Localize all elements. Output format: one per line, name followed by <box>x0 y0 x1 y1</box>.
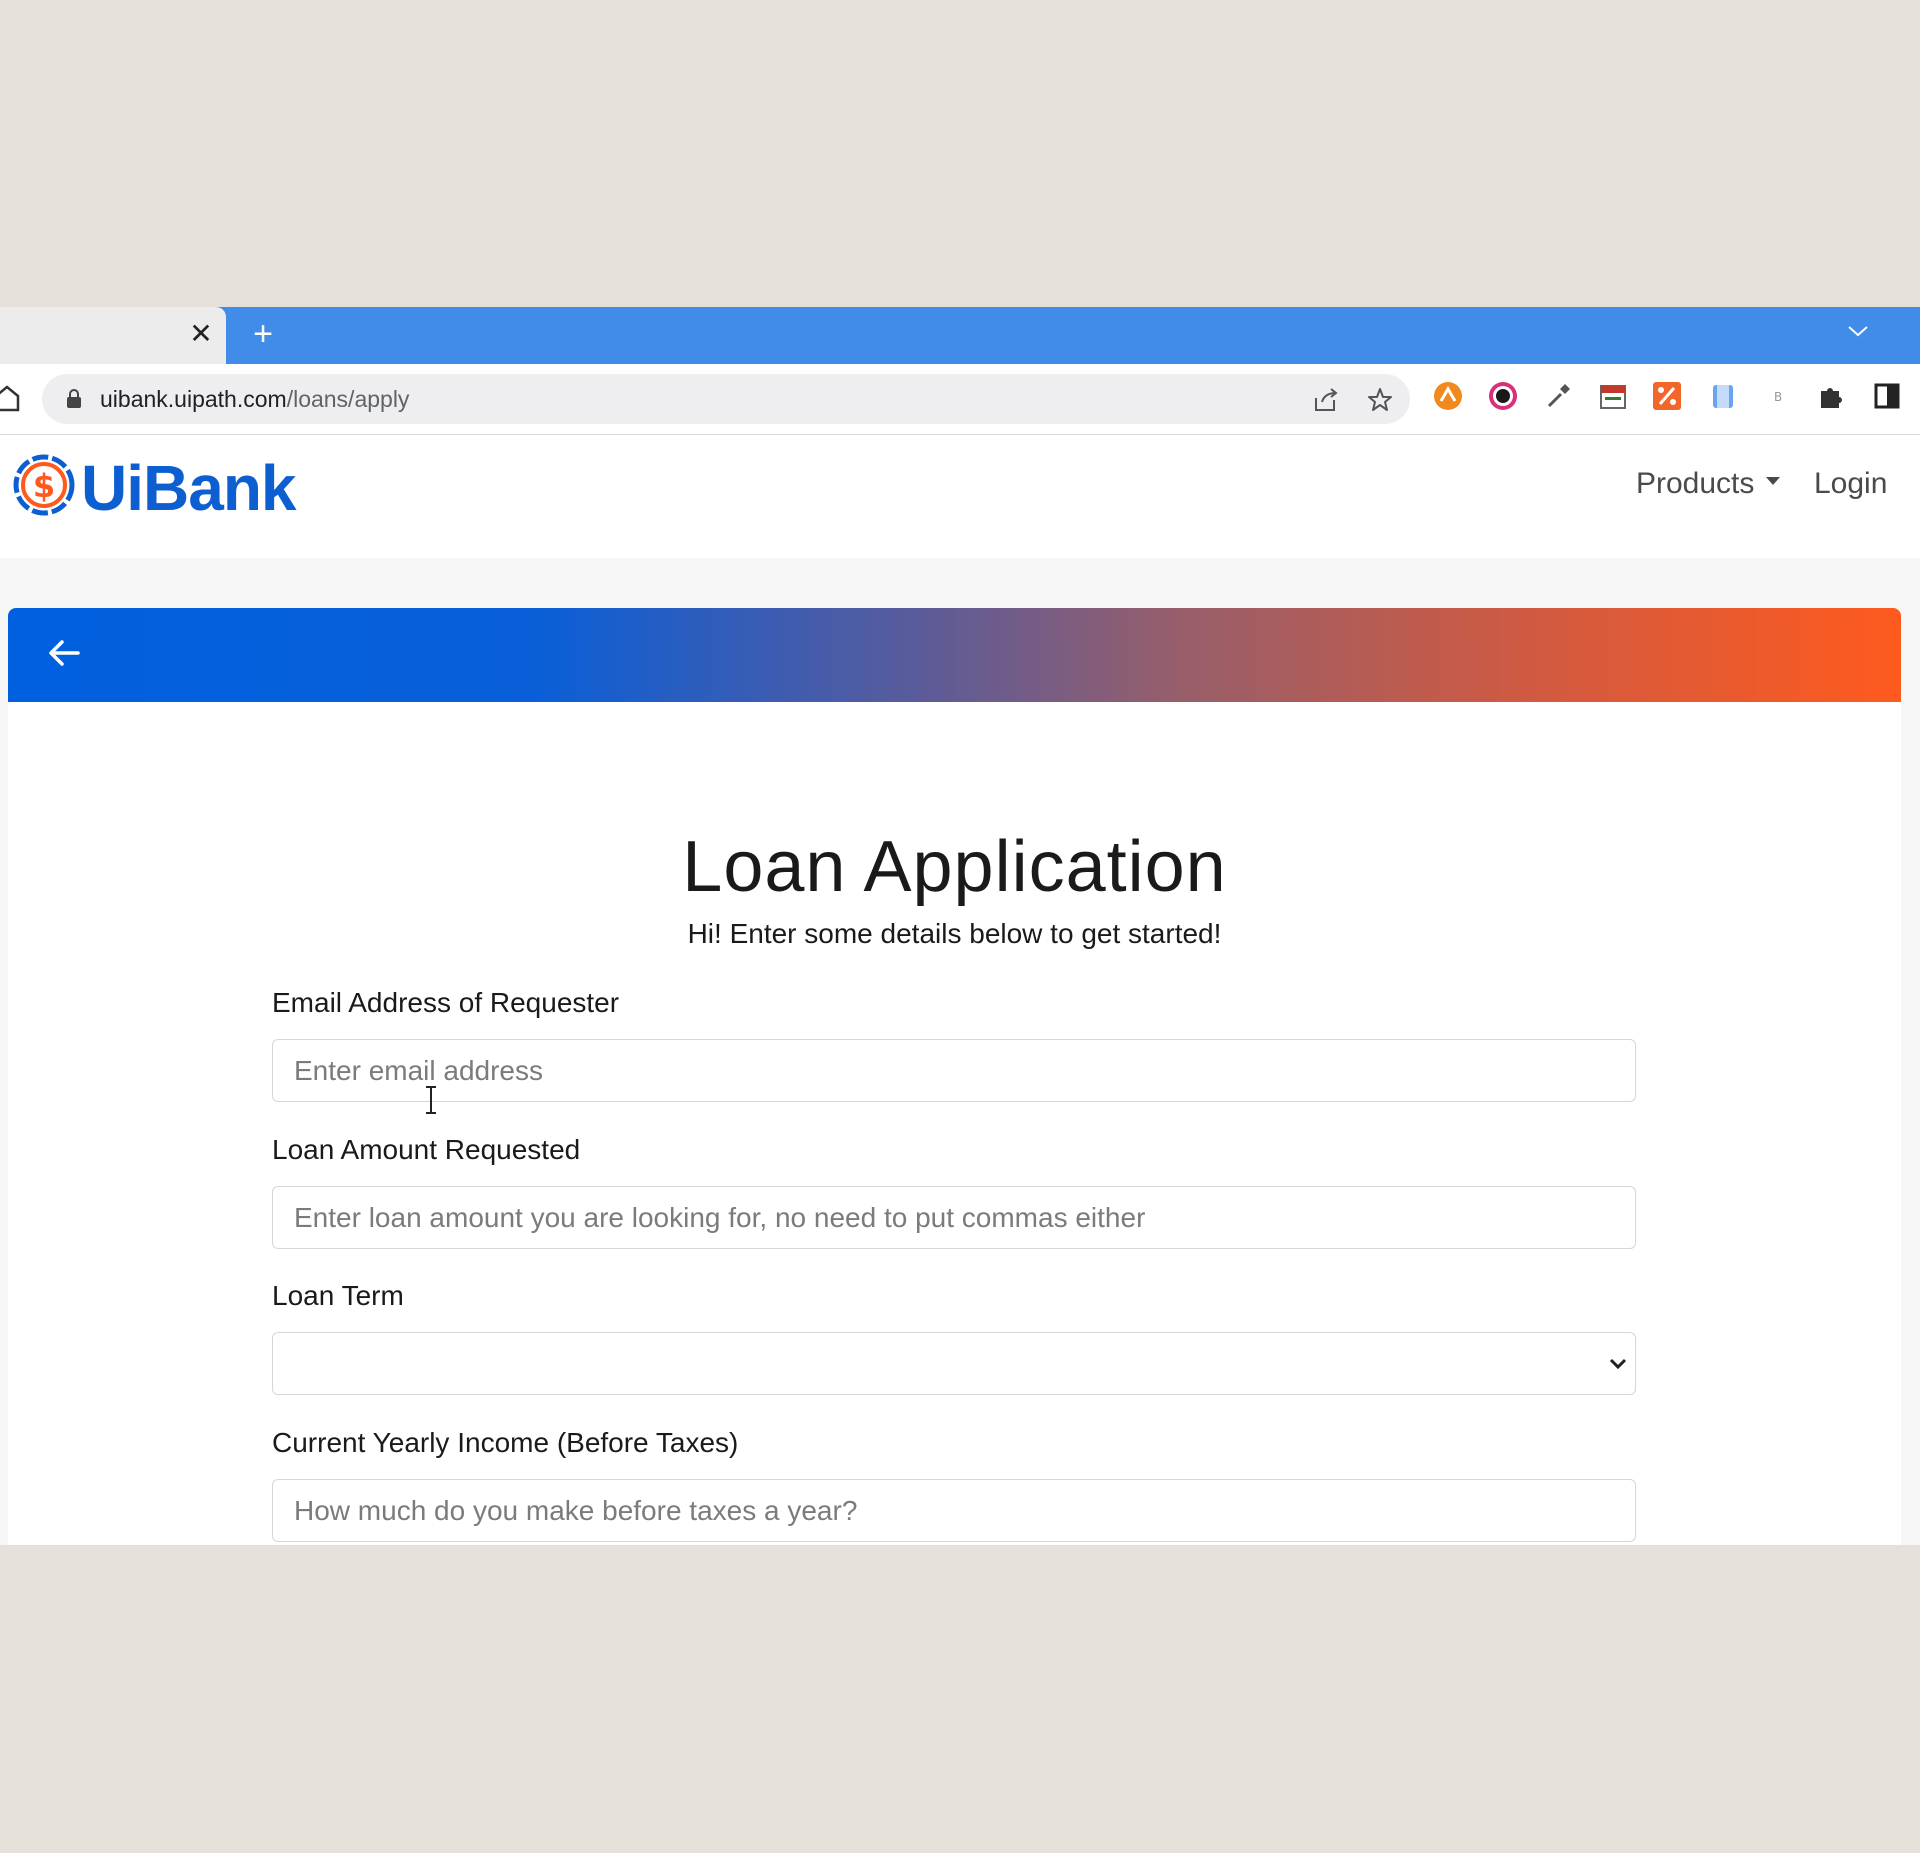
caret-down-icon <box>1766 477 1781 486</box>
back-arrow-icon[interactable] <box>46 635 82 671</box>
tab-strip: ✕ + <box>0 307 1920 364</box>
loan-term-label: Loan Term <box>272 1280 404 1311</box>
page-subtitle: Hi! Enter some details below to get star… <box>687 918 1222 949</box>
chevron-down-icon[interactable] <box>1846 319 1870 343</box>
income-label: Current Yearly Income (Before Taxes) <box>272 1427 739 1458</box>
nav-login-link[interactable]: Login <box>1814 459 1887 509</box>
svg-text:B: B <box>1774 390 1782 404</box>
email-label: Email Address of Requester <box>272 987 620 1018</box>
loan-term-select[interactable] <box>272 1332 1636 1395</box>
puzzle-icon[interactable] <box>1816 381 1846 411</box>
side-panel-icon[interactable] <box>1872 381 1902 411</box>
income-field[interactable] <box>272 1479 1636 1542</box>
gradient-banner <box>8 608 1901 702</box>
extension-orange-icon[interactable] <box>1433 381 1463 411</box>
lock-icon <box>67 389 81 408</box>
extension-percent-icon[interactable] <box>1652 381 1682 411</box>
extension-b-icon[interactable]: B <box>1763 381 1793 411</box>
loan-amount-label: Loan Amount Requested <box>272 1134 581 1165</box>
star-icon[interactable] <box>1366 386 1394 414</box>
active-tab[interactable]: ✕ <box>0 307 226 364</box>
logo-icon[interactable]: $ <box>12 453 76 517</box>
url-text[interactable]: uibank.uipath.com/loans/apply <box>100 374 409 424</box>
address-bar[interactable]: uibank.uipath.com/loans/apply <box>42 374 1410 424</box>
calendar-icon[interactable] <box>1598 381 1628 411</box>
logo-symbol: $ <box>33 467 55 505</box>
site-header: $ UiBank Products Login <box>0 435 1920 558</box>
nav-products-dropdown[interactable]: Products <box>1636 459 1781 509</box>
close-icon[interactable]: ✕ <box>186 319 216 349</box>
loan-amount-field[interactable] <box>272 1186 1636 1249</box>
text-cursor-icon <box>426 1086 436 1114</box>
extension-record-icon[interactable] <box>1488 381 1518 411</box>
eyedropper-icon[interactable] <box>1543 381 1573 411</box>
chevron-down-icon <box>1609 1358 1627 1370</box>
form-card: Loan Application Hi! Enter some details … <box>8 608 1901 1545</box>
email-field[interactable] <box>272 1039 1636 1102</box>
browser-window: ✕ + uibank.uipath.com/loans/apply B $ Ui… <box>0 307 1920 1545</box>
share-icon[interactable] <box>1312 386 1340 414</box>
home-icon[interactable] <box>0 384 20 412</box>
logo-text[interactable]: UiBank <box>81 448 296 528</box>
new-tab-button[interactable]: + <box>248 316 278 352</box>
nav-products-label: Products <box>1636 467 1755 500</box>
browser-toolbar: uibank.uipath.com/loans/apply B <box>0 364 1920 435</box>
extension-clipboard-icon[interactable] <box>1708 381 1738 411</box>
page-title: Loan Application <box>682 827 1227 907</box>
